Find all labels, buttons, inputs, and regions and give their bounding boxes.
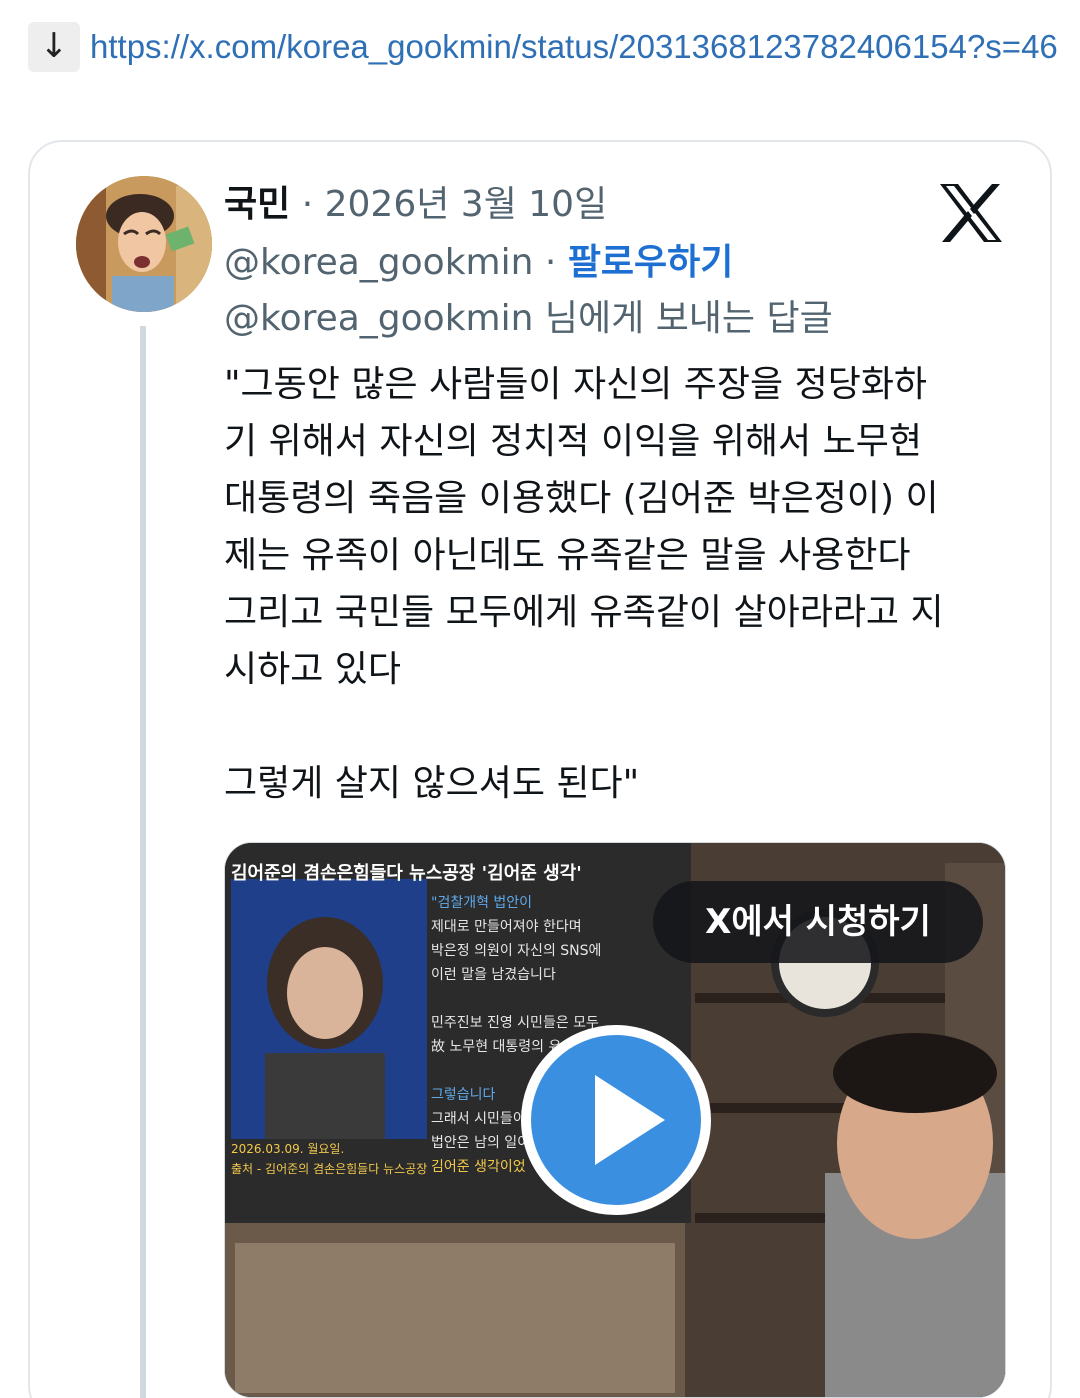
watch-on-x-button[interactable]: X에서 시청하기	[653, 881, 983, 963]
thumb-line: 법안은 남의 일이	[431, 1135, 530, 1151]
thumb-line: 그래서 시민들이	[431, 1111, 526, 1127]
tweet-date[interactable]: 2026년 3월 10일	[325, 184, 608, 225]
thumb-date-caption: 2026.03.09. 월요일.	[231, 1142, 344, 1156]
thumb-line: 민주진보 진영 시민들은 모두	[431, 1015, 599, 1031]
x-logo-icon[interactable]	[938, 182, 1004, 244]
thumb-line: 故 노무현 대통령의 유	[431, 1039, 562, 1055]
thumb-source-caption: 출처 - 김어준의 겸손은힘들다 뉴스공장	[231, 1162, 427, 1176]
reply-to-label: @korea_gookmin 님에게 보내는 답글	[224, 298, 833, 339]
thumb-line: 제대로 만들어져야 한다며	[431, 919, 582, 935]
video-media[interactable]: 김어준의 겸손은힘들다 뉴스공장 '김어준 생각' "검찰개혁 법안이 제대로 …	[224, 842, 1006, 1398]
follow-button[interactable]: 팔로우하기	[568, 242, 734, 283]
play-button[interactable]	[521, 1025, 711, 1215]
thread-line	[140, 326, 146, 1398]
play-icon	[595, 1075, 665, 1165]
separator-dot: ·	[301, 184, 314, 225]
separator-dot: ·	[544, 242, 557, 283]
author-row: 국민 · 2026년 3월 10일	[224, 180, 607, 230]
thumb-line: "검찰개혁 법안이	[431, 895, 532, 911]
tweet-url-link[interactable]: https://x.com/korea_gookmin/status/20313…	[28, 16, 1058, 78]
tweet-body: "그동안 많은 사람들이 자신의 주장을 정당화하 기 위해서 자신의 정치적 …	[224, 364, 944, 804]
thumb-line: 박은정 의원이 자신의 SNS에	[431, 943, 601, 959]
tweet-embed-card[interactable]: 국민 · 2026년 3월 10일 @korea_gookmin · 팔로우하기…	[28, 140, 1052, 1398]
author-handle[interactable]: @korea_gookmin	[224, 242, 533, 283]
author-name[interactable]: 국민	[224, 184, 290, 225]
link-row: ↓ https://x.com/korea_gookmin/status/203…	[28, 22, 1058, 72]
handle-row: @korea_gookmin · 팔로우하기	[224, 238, 733, 288]
thumb-header: 김어준의 겸손은힘들다 뉴스공장 '김어준 생각'	[231, 863, 582, 884]
thumb-line: 김어준 생각이었	[431, 1159, 526, 1175]
avatar[interactable]	[76, 176, 212, 312]
thumb-line: 그렇습니다	[431, 1087, 496, 1103]
thumb-line: 이런 말을 남겼습니다	[431, 967, 556, 983]
